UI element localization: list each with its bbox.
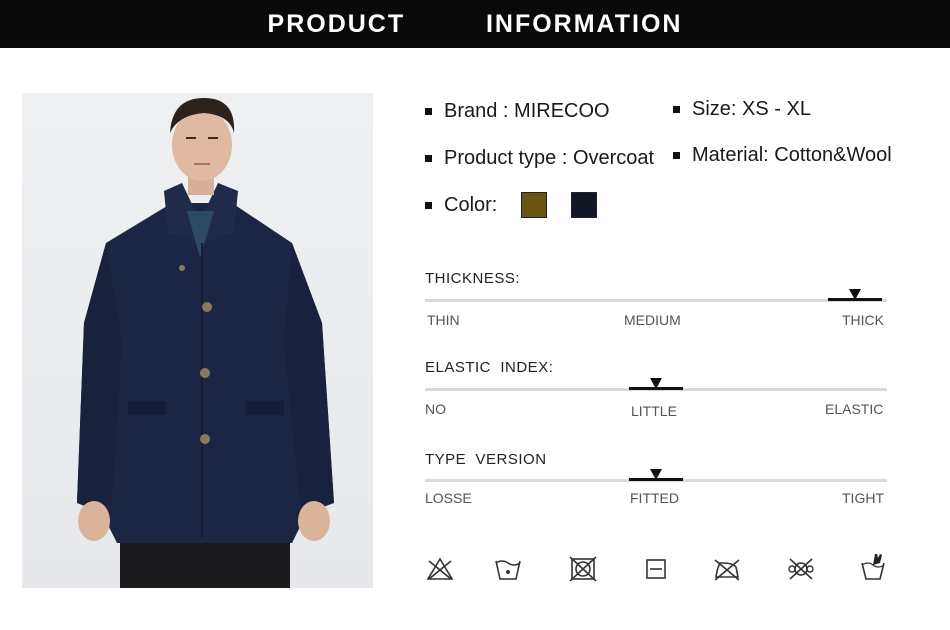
product-type-spec: Product type : Overcoat — [425, 147, 654, 170]
brand-text: Brand : MIRECOO — [444, 100, 610, 122]
size-text: Size: XS - XL — [692, 98, 811, 120]
bullet-icon — [425, 155, 432, 162]
elastic-title: ELASTIC INDEX: — [425, 359, 554, 376]
bullet-icon — [425, 201, 432, 209]
type-version-label-tight: TIGHT — [842, 490, 884, 506]
elastic-scale — [425, 378, 887, 391]
brand-spec: Brand : MIRECOO — [425, 100, 610, 123]
thickness-title: THICKNESS: — [425, 270, 521, 287]
do-not-tumble-dry-icon — [569, 556, 597, 582]
size-spec: Size: XS - XL — [673, 98, 811, 121]
do-not-bleach-icon — [426, 557, 454, 580]
color-label: Color: — [444, 193, 498, 216]
material-text: Material: Cotton&Wool — [692, 144, 892, 166]
type-version-title: TYPE VERSION — [425, 451, 547, 468]
hand-wash-icon — [495, 560, 521, 580]
page-title: PRODUCT INFORMATION — [267, 9, 683, 38]
thickness-label-thick: THICK — [842, 312, 884, 328]
header-bar: PRODUCT INFORMATION — [0, 0, 950, 48]
product-photo — [22, 93, 373, 588]
elastic-label-no: NO — [425, 401, 446, 417]
elastic-label-little: LITTLE — [631, 403, 677, 419]
bullet-icon — [673, 106, 680, 113]
thickness-label-medium: MEDIUM — [624, 312, 681, 328]
type-version-marker-icon — [650, 469, 662, 480]
color-swatch-navy[interactable] — [571, 192, 598, 218]
dry-flat-icon — [646, 559, 666, 579]
type-version-scale — [425, 469, 887, 482]
elastic-label-elastic: ELASTIC — [825, 401, 884, 417]
bullet-icon — [673, 152, 680, 159]
model-wearing-overcoat-image — [77, 98, 334, 588]
thickness-scale — [425, 289, 887, 302]
type-version-label-losse: LOSSE — [425, 490, 472, 506]
thickness-marker-icon — [848, 289, 861, 300]
color-swatch-olive[interactable] — [521, 192, 548, 218]
type-version-label-fitted: FITTED — [630, 490, 679, 506]
elastic-marker-icon — [650, 378, 662, 389]
material-spec: Material: Cotton&Wool — [673, 144, 892, 167]
color-spec: Color: — [425, 192, 598, 218]
do-not-iron-icon — [714, 559, 740, 581]
do-not-dry-clean-icon — [788, 558, 814, 580]
thickness-label-thin: THIN — [427, 312, 460, 328]
product-type-text: Product type : Overcoat — [444, 147, 655, 169]
hand-wash-glove-icon — [861, 554, 885, 580]
bullet-icon — [425, 108, 432, 115]
